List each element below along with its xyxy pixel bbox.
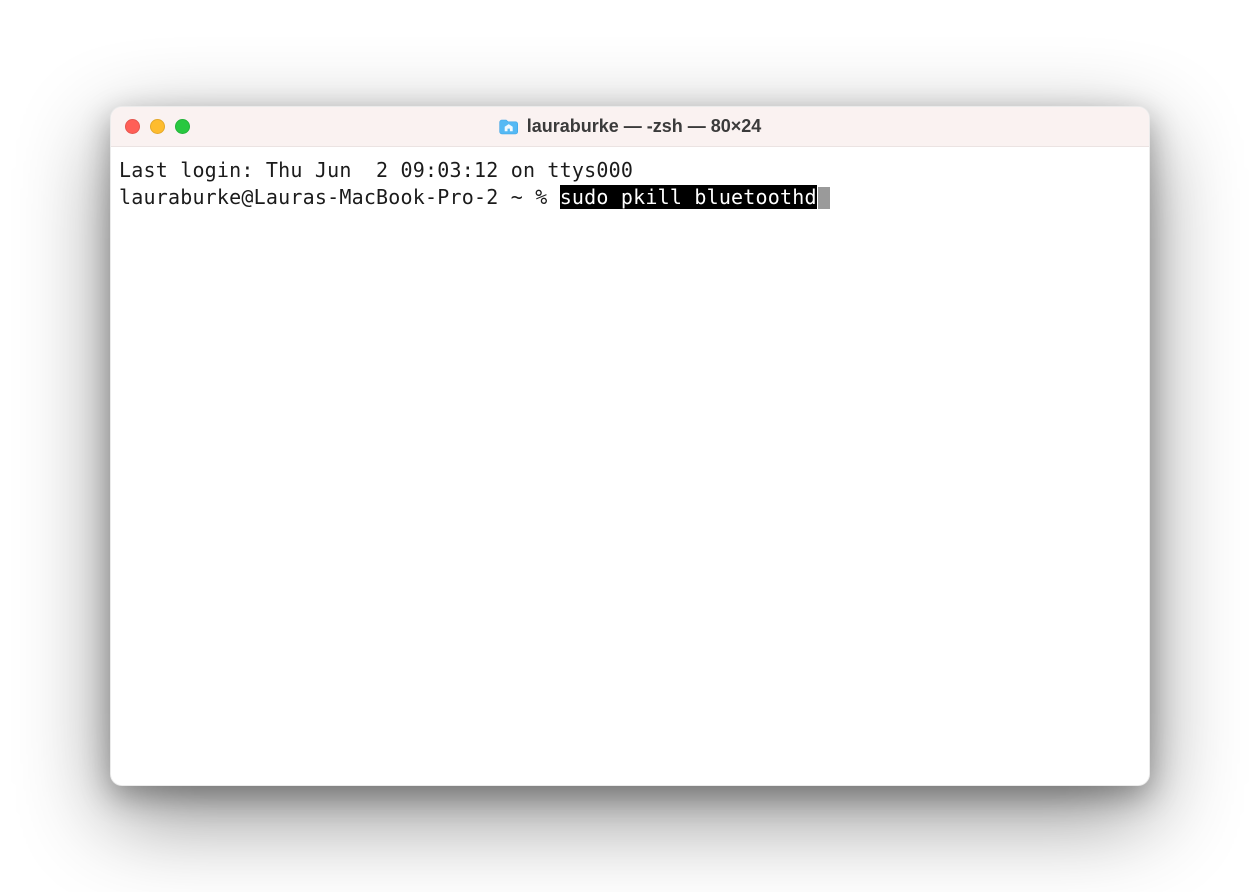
text-cursor: [818, 187, 830, 209]
zoom-button[interactable]: [175, 119, 190, 134]
terminal-window: lauraburke — -zsh — 80×24 Last login: Th…: [110, 106, 1150, 786]
prompt-line: lauraburke@Lauras-MacBook-Pro-2 ~ % sudo…: [119, 184, 1141, 211]
terminal-content[interactable]: Last login: Thu Jun 2 09:03:12 on ttys00…: [111, 147, 1149, 785]
traffic-lights: [125, 119, 190, 134]
close-button[interactable]: [125, 119, 140, 134]
titlebar[interactable]: lauraburke — -zsh — 80×24: [111, 107, 1149, 147]
home-folder-icon: [499, 119, 519, 135]
minimize-button[interactable]: [150, 119, 165, 134]
last-login-line: Last login: Thu Jun 2 09:03:12 on ttys00…: [119, 157, 1141, 184]
window-title-wrap: lauraburke — -zsh — 80×24: [499, 116, 762, 137]
prompt-text: lauraburke@Lauras-MacBook-Pro-2 ~ %: [119, 185, 560, 209]
window-title: lauraburke — -zsh — 80×24: [527, 116, 762, 137]
selected-command[interactable]: sudo pkill bluetoothd: [560, 185, 817, 209]
